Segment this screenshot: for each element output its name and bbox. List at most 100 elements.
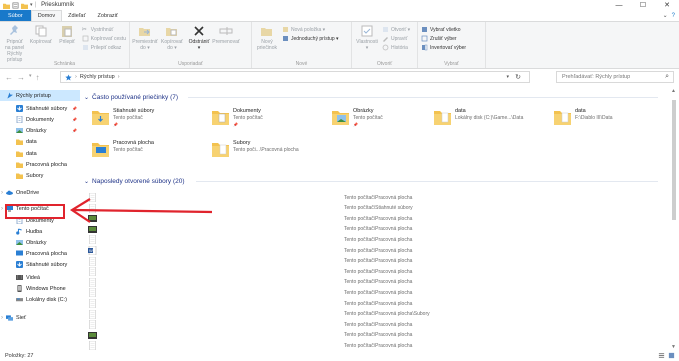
nav-item[interactable]: Stiahnuté súbory 📌: [0, 103, 80, 114]
folder-tile[interactable]: Subory Tento poči...\Pracovná plocha: [212, 140, 299, 157]
nav-item[interactable]: Rýchly prístup: [0, 90, 80, 101]
open-button[interactable]: Otvoriť ▾: [382, 26, 410, 33]
doc-thumb-icon: [88, 298, 97, 309]
large-icons-view-icon[interactable]: [668, 352, 675, 359]
expand-chevron-icon[interactable]: ›: [1, 315, 3, 321]
search-input[interactable]: Prehľadávať: Rýchly prístup ⌕: [556, 71, 674, 83]
breadcrumb-quick-access[interactable]: Rýchly prístup: [80, 74, 115, 80]
forward-icon[interactable]: →: [17, 73, 25, 82]
nav-item[interactable]: data: [0, 136, 80, 147]
search-icon: ⌕: [665, 73, 669, 80]
recent-file-row[interactable]: Tento počítač\Pracovná plocha: [88, 266, 658, 277]
nav-item[interactable]: Windows Phone: [0, 283, 80, 294]
recent-files-heading: Naposledy otvorené súbory (20): [92, 177, 185, 185]
recent-file-row[interactable]: Tento počítač\Pracovná plocha: [88, 192, 658, 203]
recent-file-row[interactable]: Tento počítač\Pracovná plocha: [88, 234, 658, 245]
folder-tile[interactable]: Pracovná plocha Tento počítač: [92, 140, 154, 157]
nav-item[interactable]: Stiahnuté súbory: [0, 259, 80, 270]
recent-file-row[interactable]: Tento počítač\Pracovná plocha: [88, 319, 658, 330]
easy-access-button[interactable]: Jednoduchý prístup ▾: [282, 35, 339, 42]
rename-icon: [219, 27, 233, 35]
qat-dropdown-icon[interactable]: ▾: [30, 2, 33, 8]
new-folder-icon[interactable]: [21, 2, 28, 9]
nav-item[interactable]: Pracovná plocha: [0, 159, 80, 170]
ribbon-group-organize: Premiestniť do ▾ Kopírovať do ▾ Odstráni…: [130, 22, 252, 68]
tab-share[interactable]: Zdieľať: [62, 10, 91, 21]
nav-item[interactable]: Dokumenty 📌: [0, 114, 80, 125]
file-location: Tento počítač\Pracovná plocha: [344, 226, 413, 233]
properties-icon[interactable]: [12, 2, 19, 9]
recent-file-row[interactable]: Tento počítač\Pracovná plocha\Subory: [88, 309, 658, 320]
nav-item[interactable]: Obrázky: [0, 237, 80, 248]
cut-button[interactable]: ✂ Vystrihnúť: [82, 26, 126, 34]
details-view-icon[interactable]: [658, 352, 665, 359]
nav-item[interactable]: Lokálny disk (C:): [0, 294, 80, 305]
recent-file-row[interactable]: Tento počítač\Stiahnuté súbory: [88, 203, 658, 214]
nav-item[interactable]: Videá: [0, 272, 80, 283]
file-location: Tento počítač\Pracovná plocha: [344, 321, 413, 328]
minimize-button[interactable]: —: [607, 0, 631, 10]
recent-file-row[interactable]: Tento počítač\Pracovná plocha: [88, 213, 658, 224]
edit-icon: [383, 37, 388, 42]
recent-file-row[interactable]: Tento počítač\Pracovná plocha: [88, 287, 658, 298]
properties-label: Vlastnosti ▾: [356, 39, 378, 51]
doc-thumb-icon: [88, 309, 97, 319]
history-button[interactable]: História: [382, 44, 410, 51]
invert-selection-button[interactable]: Invertovať výber: [421, 44, 466, 51]
select-all-button[interactable]: Vybrať všetko: [421, 26, 466, 33]
history-label: História: [391, 44, 408, 51]
nav-item[interactable]: › OneDrive: [0, 187, 80, 198]
folder-icon: [16, 138, 23, 145]
refresh-icon[interactable]: ↻: [515, 73, 521, 81]
help-icon[interactable]: ?: [672, 13, 675, 19]
address-dropdown-icon[interactable]: ▾: [506, 74, 509, 80]
tab-file[interactable]: Súbor: [0, 10, 31, 21]
folder-tile[interactable]: Stiahnuté súbory Tento počítač 📌: [92, 108, 154, 127]
expand-chevron-icon[interactable]: ›: [1, 206, 3, 212]
breadcrumb-separator-icon[interactable]: ›: [118, 74, 120, 80]
recent-file-row[interactable]: Tento počítač\Pracovná plocha: [88, 224, 658, 235]
nav-item-label: Obrázky: [26, 127, 47, 134]
address-bar[interactable]: › Rýchly prístup › ▾ ↻: [60, 71, 530, 83]
nav-item[interactable]: Hudba: [0, 226, 80, 237]
scrollbar-thumb[interactable]: [672, 100, 676, 220]
close-button[interactable]: ✕: [655, 0, 679, 10]
recent-file-row[interactable]: Tento počítač\Pracovná plocha: [88, 256, 658, 267]
nav-item[interactable]: Obrázky 📌: [0, 125, 80, 136]
paste-shortcut-button[interactable]: Prilepiť odkaz: [82, 44, 126, 51]
nav-item[interactable]: data: [0, 148, 80, 159]
select-none-button[interactable]: Zrušiť výber: [421, 35, 466, 42]
frequent-folders-heading: Často používané priečinky (7): [92, 93, 179, 101]
nav-item[interactable]: › Sieť: [0, 312, 80, 323]
word-thumb-icon: W: [88, 245, 97, 256]
copy-path-button[interactable]: Kopírovať cestu: [82, 35, 126, 42]
recent-file-row[interactable]: W Tento počítač\Pracovná plocha: [88, 245, 658, 256]
frequent-folders-header[interactable]: ⌄ Často používané priečinky (7): [84, 92, 178, 102]
recent-locations-icon[interactable]: ▾: [29, 73, 32, 82]
ribbon-expand-icon[interactable]: ⌄: [663, 12, 668, 19]
folder-tile[interactable]: data F:\Diablo III\Data: [554, 108, 613, 125]
recent-file-row[interactable]: Tento počítač\Pracovná plocha: [88, 330, 658, 341]
recent-files-header[interactable]: ⌄ Naposledy otvorené súbory (20): [84, 176, 185, 186]
maximize-button[interactable]: ☐: [631, 0, 655, 10]
tab-home[interactable]: Domov: [30, 10, 63, 21]
cloud-icon: [6, 189, 13, 196]
expand-chevron-icon[interactable]: ›: [1, 190, 3, 196]
title-bar: ▾ | Prieskumník — ☐ ✕: [0, 0, 679, 10]
recent-file-row[interactable]: Tento počítač\Pracovná plocha: [88, 277, 658, 288]
back-icon[interactable]: ←: [5, 73, 13, 82]
nav-item[interactable]: Pracovná plocha: [0, 248, 80, 259]
folder-tile[interactable]: Obrázky Tento počítač 📌: [332, 108, 383, 127]
recent-file-row[interactable]: Tento počítač\Pracovná plocha: [88, 298, 658, 309]
select-none-icon: [421, 35, 428, 42]
vertical-scrollbar[interactable]: ▲ ▼: [671, 88, 677, 350]
edit-button[interactable]: Upraviť: [382, 35, 410, 42]
folder-tile[interactable]: Dokumenty Tento počítač 📌: [212, 108, 263, 127]
breadcrumb-separator-icon[interactable]: ›: [75, 74, 77, 80]
up-icon[interactable]: ↑: [36, 73, 40, 82]
new-item-button[interactable]: Nová položka ▾: [282, 26, 339, 33]
scroll-up-icon[interactable]: ▲: [671, 88, 676, 94]
nav-item[interactable]: Subory: [0, 170, 80, 181]
folder-tile[interactable]: data Lokálny disk (C:)\Game...\Data: [434, 108, 523, 125]
tab-view[interactable]: Zobraziť: [92, 10, 124, 21]
